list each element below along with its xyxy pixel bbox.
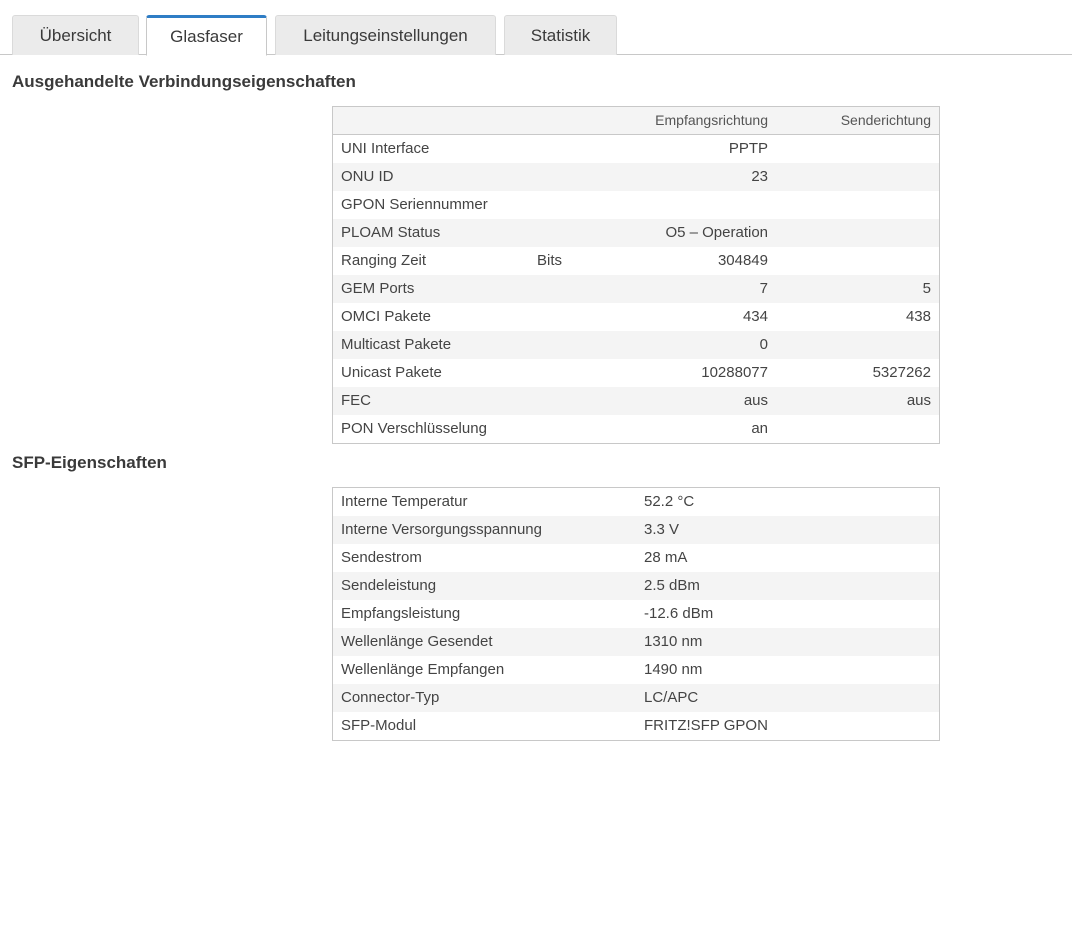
row-value: 1490 nm <box>644 661 703 678</box>
table-row: Sendestrom 28 mA <box>333 544 939 572</box>
table-row: Ranging Zeit Bits 304849 <box>333 247 939 275</box>
row-value: 2.5 dBm <box>644 577 700 594</box>
table-row: Multicast Pakete 0 <box>333 331 939 359</box>
table-row: PON Verschlüsselung an <box>333 415 939 443</box>
tab-leitungseinstellungen[interactable]: Leitungseinstellungen <box>275 15 496 55</box>
row-value: 28 mA <box>644 549 688 566</box>
connection-section-title: Ausgehandelte Verbindungseigenschaften <box>12 72 356 91</box>
row-label: Multicast Pakete <box>341 336 452 353</box>
row-label: FEC <box>341 392 371 409</box>
row-label: ONU ID <box>341 168 394 185</box>
row-label: Unicast Pakete <box>341 364 442 381</box>
sfp-section-title: SFP-Eigenschaften <box>12 453 167 472</box>
row-label: GEM Ports <box>341 280 415 297</box>
row-tx-value: 438 <box>905 308 931 325</box>
row-unit: Bits <box>537 252 563 269</box>
row-value: 52.2 °C <box>644 493 695 510</box>
row-rx-value: 7 <box>759 280 768 297</box>
column-header-tx: Senderichtung <box>840 112 931 128</box>
row-rx-value: 434 <box>742 308 768 325</box>
table-header-row: Empfangsrichtung Senderichtung <box>333 107 939 135</box>
row-label: UNI Interface <box>341 140 430 157</box>
row-label: Empfangsleistung <box>341 605 461 622</box>
row-label: PLOAM Status <box>341 224 441 241</box>
row-rx-value: PPTP <box>728 140 768 157</box>
row-label: Interne Temperatur <box>341 493 468 510</box>
table-row: Interne Versorgungsspannung 3.3 V <box>333 516 939 544</box>
table-row: OMCI Pakete 434 438 <box>333 303 939 331</box>
row-tx-value: aus <box>906 392 931 409</box>
connection-properties-table: Empfangsrichtung Senderichtung UNI Inter… <box>332 106 940 444</box>
row-rx-value: 10288077 <box>701 364 768 381</box>
table-row: Interne Temperatur 52.2 °C <box>333 488 939 516</box>
table-row: UNI Interface PPTP <box>333 135 939 163</box>
row-label: Wellenlänge Empfangen <box>341 661 505 678</box>
row-rx-value: 23 <box>751 168 768 185</box>
row-label: Sendeleistung <box>341 577 437 594</box>
column-header-rx: Empfangsrichtung <box>655 112 768 128</box>
row-rx-value: O5 – Operation <box>665 224 768 241</box>
table-row: ONU ID 23 <box>333 163 939 191</box>
row-value: 3.3 V <box>644 521 680 538</box>
tab-uebersicht[interactable]: Übersicht <box>12 15 139 55</box>
row-value: -12.6 dBm <box>644 605 714 622</box>
row-label: OMCI Pakete <box>341 308 432 325</box>
table-row: GPON Seriennummer <box>333 191 939 219</box>
row-rx-value: 304849 <box>717 252 768 269</box>
row-label: PON Verschlüsselung <box>341 420 487 437</box>
row-rx-value: aus <box>743 392 768 409</box>
row-label: SFP-Modul <box>341 717 417 734</box>
row-tx-value: 5 <box>922 280 931 297</box>
table-row: Sendeleistung 2.5 dBm <box>333 572 939 600</box>
table-row: Wellenlänge Empfangen 1490 nm <box>333 656 939 684</box>
table-row: GEM Ports 7 5 <box>333 275 939 303</box>
row-label: Wellenlänge Gesendet <box>341 633 493 650</box>
row-tx-value: 5327262 <box>872 364 931 381</box>
tab-glasfaser[interactable]: Glasfaser <box>146 15 267 56</box>
row-label: Ranging Zeit <box>341 252 427 269</box>
table-row: PLOAM Status O5 – Operation <box>333 219 939 247</box>
tab-statistik[interactable]: Statistik <box>504 15 617 55</box>
tab-bar: Übersicht Glasfaser Leitungseinstellunge… <box>0 0 1072 56</box>
row-label: GPON Seriennummer <box>341 196 488 213</box>
table-row: FEC aus aus <box>333 387 939 415</box>
table-row: Empfangsleistung -12.6 dBm <box>333 600 939 628</box>
table-row: Wellenlänge Gesendet 1310 nm <box>333 628 939 656</box>
row-value: FRITZ!SFP GPON <box>644 717 768 734</box>
table-row: Connector-Typ LC/APC <box>333 684 939 712</box>
row-label: Interne Versorgungsspannung <box>341 521 542 538</box>
row-value: LC/APC <box>644 689 699 706</box>
row-label: Connector-Typ <box>341 689 440 706</box>
row-rx-value: 0 <box>759 336 768 353</box>
table-row: SFP-Modul FRITZ!SFP GPON <box>333 712 939 740</box>
row-rx-value: an <box>751 420 768 437</box>
table-row: Unicast Pakete 10288077 5327262 <box>333 359 939 387</box>
row-label: Sendestrom <box>341 549 422 566</box>
sfp-properties-table: Interne Temperatur 52.2 °C Interne Versorg… <box>332 487 940 741</box>
row-value: 1310 nm <box>644 633 703 650</box>
